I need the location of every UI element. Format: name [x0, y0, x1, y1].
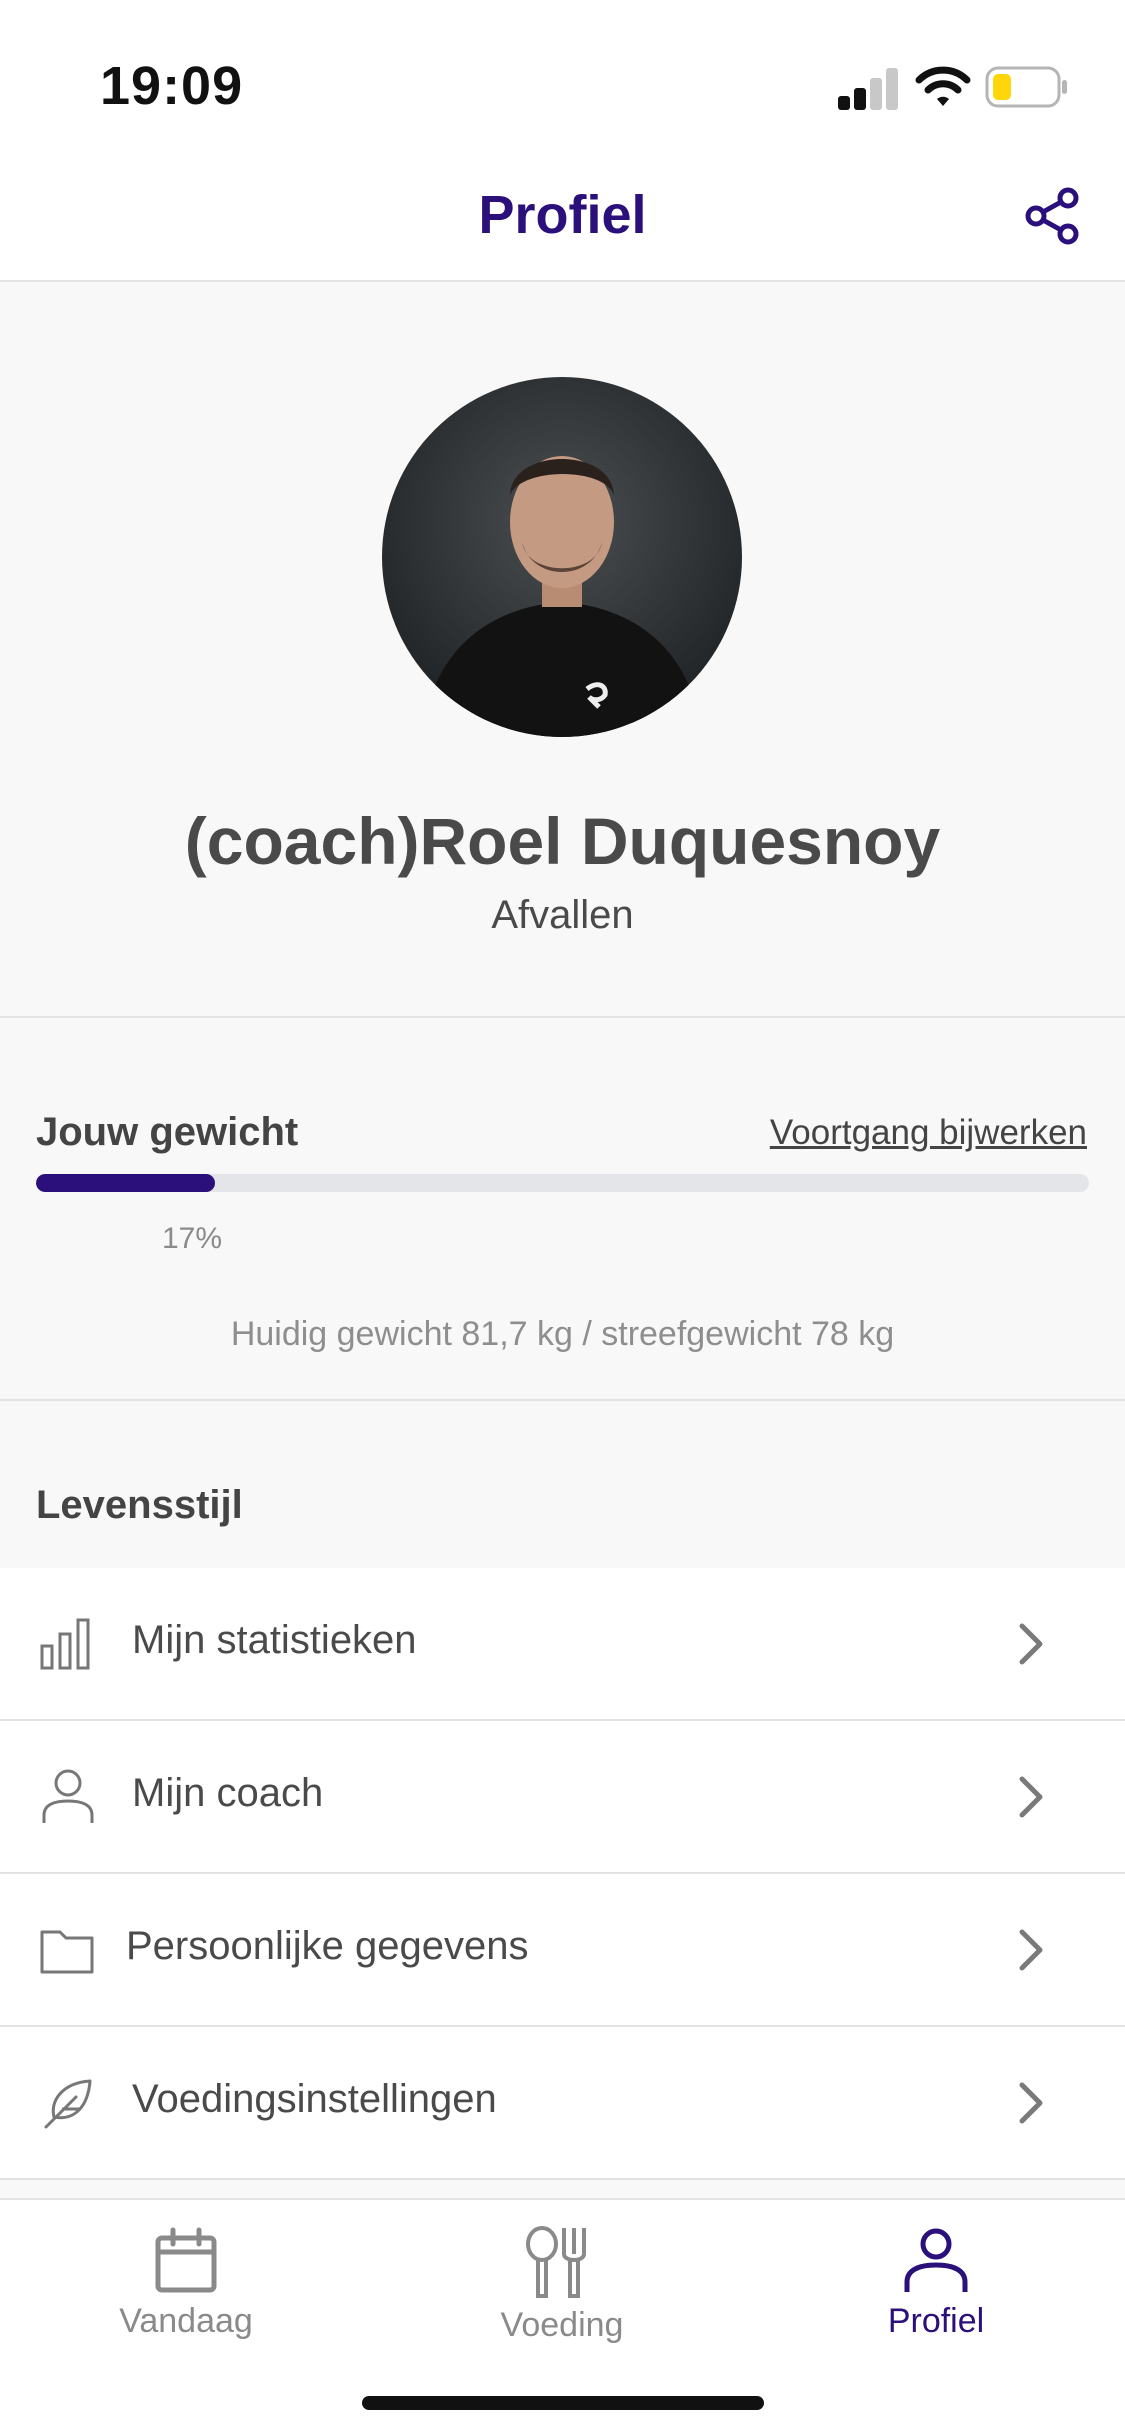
- chevron-right-icon: [1019, 1776, 1043, 1818]
- bar-chart-icon: [40, 1618, 90, 1670]
- page-title: Profiel: [478, 185, 647, 245]
- menu-item-label: Voedingsinstellingen: [132, 2077, 497, 2121]
- folder-icon: [40, 1930, 94, 1974]
- cellular-signal-icon: [838, 68, 898, 110]
- update-progress-link[interactable]: Voortgang bijwerken: [770, 1113, 1087, 1153]
- menu-item-statistics[interactable]: Mijn statistieken: [0, 1568, 1125, 1721]
- weight-progress-bar: [36, 1174, 1089, 1192]
- tab-vandaag[interactable]: Vandaag: [56, 2226, 316, 2341]
- avatar[interactable]: [382, 377, 742, 737]
- weight-progress-fill: [36, 1174, 215, 1192]
- weight-detail: Huidig gewicht 81,7 kg / streefgewicht 7…: [230, 1315, 895, 1353]
- menu-item-coach[interactable]: Mijn coach: [0, 1721, 1125, 1874]
- tab-voeding[interactable]: Voeding: [432, 2226, 692, 2345]
- battery-low-icon: [985, 66, 1067, 108]
- lifestyle-title: Levensstijl: [36, 1483, 243, 1527]
- cutlery-icon: [526, 2226, 586, 2298]
- menu-item-label: Persoonlijke gegevens: [126, 1924, 529, 1968]
- menu-item-personal-data[interactable]: Persoonlijke gegevens: [0, 1874, 1125, 2027]
- menu-item-label: Mijn statistieken: [132, 1618, 417, 1662]
- chevron-right-icon: [1019, 2082, 1043, 2124]
- tab-profiel[interactable]: Profiel: [806, 2226, 1066, 2341]
- profile-goal: Afvallen: [491, 893, 634, 937]
- person-icon: [904, 2228, 968, 2292]
- status-time: 19:09: [100, 56, 244, 116]
- chevron-right-icon: [1019, 1623, 1043, 1665]
- calendar-icon: [155, 2227, 217, 2293]
- tab-label: Profiel: [887, 2302, 985, 2340]
- chevron-right-icon: [1019, 1929, 1043, 1971]
- weight-title: Jouw gewicht: [36, 1110, 299, 1154]
- menu-item-label: Mijn coach: [132, 1771, 324, 1815]
- wifi-icon: [915, 66, 971, 106]
- menu-item-nutrition-settings[interactable]: Voedingsinstellingen: [0, 2027, 1125, 2180]
- profile-name: (coach)Roel Duquesnoy: [184, 804, 941, 878]
- person-icon: [42, 1769, 94, 1823]
- feather-icon: [44, 2079, 92, 2129]
- tab-label: Voeding: [500, 2306, 624, 2344]
- share-icon[interactable]: [1022, 186, 1082, 246]
- tab-label: Vandaag: [119, 2302, 253, 2340]
- home-indicator: [362, 2396, 764, 2410]
- weight-progress-percent: 17%: [162, 1222, 223, 1255]
